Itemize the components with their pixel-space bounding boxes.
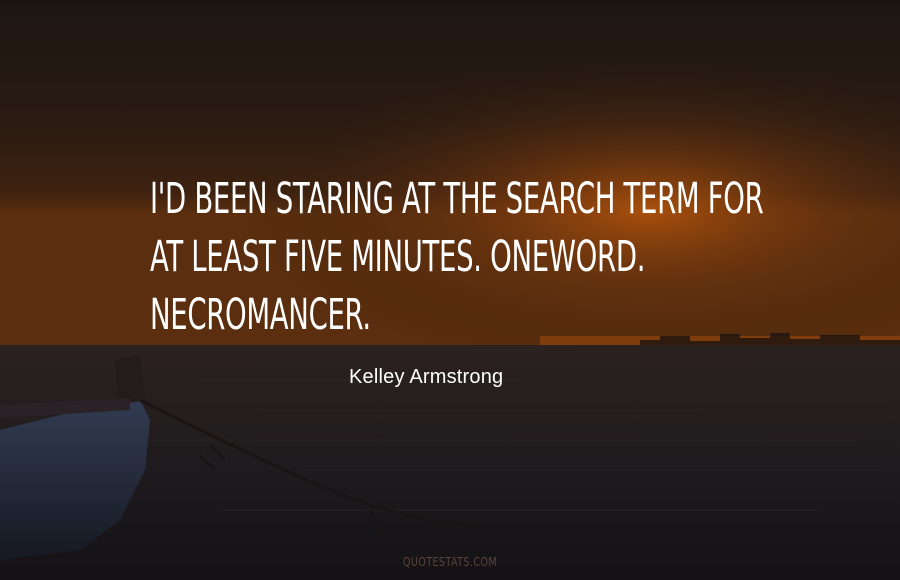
quote-line: I'D BEEN STARING AT THE SEARCH TERM FOR	[150, 174, 764, 224]
quote-author: Kelley Armstrong	[349, 366, 504, 388]
quote-image: I'D BEEN STARING AT THE SEARCH TERM FOR …	[0, 0, 900, 580]
quote-line: NECROMANCER.	[150, 290, 371, 340]
quote-text: I'D BEEN STARING AT THE SEARCH TERM FOR …	[150, 170, 790, 344]
site-watermark: QUOTESTATS.COM	[402, 555, 498, 569]
quote-line: AT LEAST FIVE MINUTES. ONEWORD.	[150, 232, 646, 282]
